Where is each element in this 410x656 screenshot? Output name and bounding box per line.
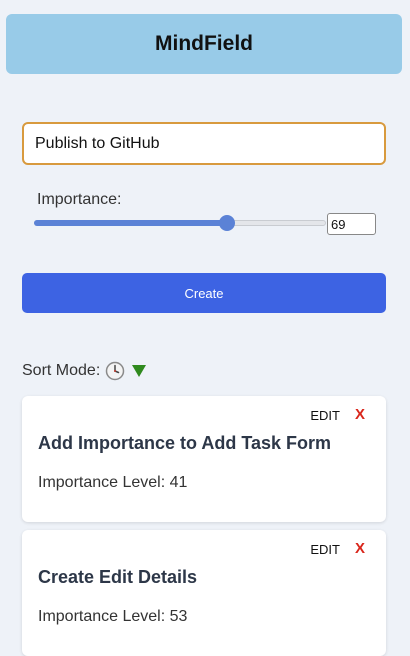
create-button[interactable]: Create: [22, 273, 386, 313]
delete-button[interactable]: X: [355, 540, 365, 557]
importance-number-input[interactable]: [327, 213, 376, 235]
edit-button[interactable]: EDIT: [310, 408, 340, 423]
task-card: EDIT X Create Edit Details Importance Le…: [22, 530, 386, 656]
triangle-down-icon[interactable]: [132, 365, 147, 377]
delete-button[interactable]: X: [355, 406, 365, 423]
task-name-input[interactable]: [22, 122, 386, 165]
task-card: EDIT X Add Importance to Add Task Form I…: [22, 396, 386, 522]
clock-icon[interactable]: [105, 361, 125, 381]
slider-thumb[interactable]: [219, 215, 235, 231]
app-header: MindField: [6, 14, 402, 74]
sort-mode-label: Sort Mode:: [22, 362, 101, 379]
task-importance: Importance Level: 41: [38, 474, 188, 491]
app-title: MindField: [155, 32, 253, 55]
edit-button[interactable]: EDIT: [310, 542, 340, 557]
sort-mode-row: Sort Mode:: [22, 360, 147, 382]
importance-slider[interactable]: [34, 215, 326, 231]
task-title: Create Edit Details: [38, 567, 198, 587]
importance-label: Importance:: [37, 191, 122, 208]
task-importance: Importance Level: 53: [38, 608, 188, 625]
task-title: Add Importance to Add Task Form: [38, 433, 332, 453]
slider-fill: [34, 220, 227, 226]
